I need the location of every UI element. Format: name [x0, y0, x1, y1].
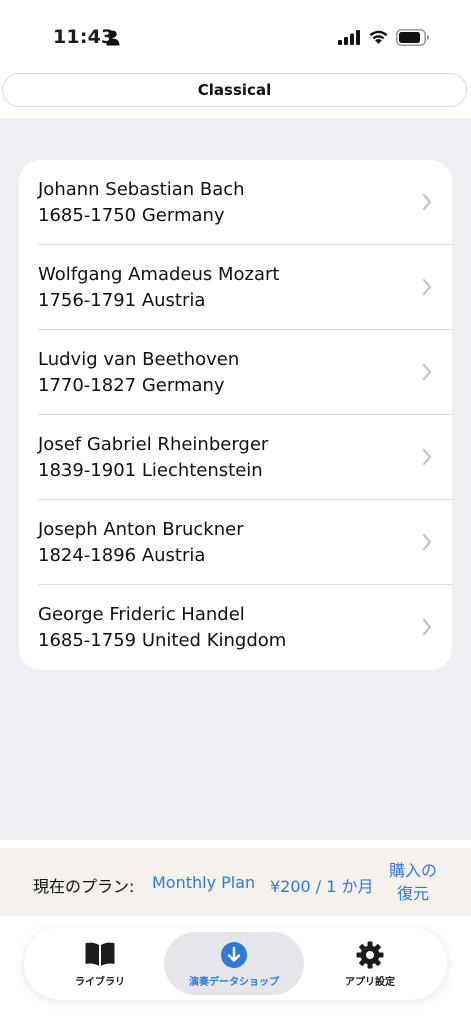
- composer-info: 1770-1827 Germany: [38, 375, 225, 396]
- book-icon: [85, 942, 115, 966]
- composer-info: 1756-1791 Austria: [38, 290, 206, 311]
- composer-info: 1685-1759 United Kingdom: [38, 630, 287, 651]
- restore-label-line2: 復元: [396, 884, 429, 903]
- chevron-right-icon: [422, 618, 432, 636]
- composer-name: Joseph Anton Bruckner: [38, 519, 244, 540]
- tab-shop[interactable]: 演奏データショップ: [164, 932, 304, 995]
- tab-label: アプリ設定: [345, 977, 395, 988]
- composer-info: 1685-1750 Germany: [38, 205, 225, 226]
- list-item[interactable]: Ludvig van Beethoven 1770-1827 Germany: [19, 330, 452, 415]
- composer-name: Josef Gabriel Rheinberger: [38, 434, 269, 455]
- person-icon: [106, 30, 120, 46]
- tab-library[interactable]: ライブラリ: [30, 932, 170, 995]
- chevron-right-icon: [422, 278, 432, 296]
- composer-name: Johann Sebastian Bach: [38, 179, 245, 200]
- plan-name: Monthly Plan: [152, 873, 256, 892]
- list-item[interactable]: Josef Gabriel Rheinberger 1839-1901 Liec…: [19, 415, 452, 500]
- page-title: Classical: [197, 81, 272, 99]
- signal-icon: [338, 30, 360, 45]
- tab-label: 演奏データショップ: [189, 977, 279, 988]
- battery-icon: [396, 29, 429, 46]
- status-bar: 11:43: [0, 0, 471, 72]
- composer-list: Johann Sebastian Bach 1685-1750 Germany …: [19, 160, 452, 670]
- chevron-right-icon: [422, 363, 432, 381]
- plan-price: ¥200 / 1 か月: [270, 877, 374, 896]
- wifi-icon: [369, 30, 388, 44]
- download-icon: [221, 942, 247, 968]
- tab-bar: ライブラリ 演奏データショップ アプリ設定: [24, 927, 447, 1000]
- current-plan-bar: 現在のプラン: Monthly Plan ¥200 / 1 か月 購入の 復元: [0, 848, 471, 916]
- composer-name: Ludvig van Beethoven: [38, 349, 240, 370]
- composer-info: 1824-1896 Austria: [38, 545, 206, 566]
- plan-label: 現在のプラン:: [33, 877, 135, 896]
- list-item[interactable]: Johann Sebastian Bach 1685-1750 Germany: [19, 160, 452, 245]
- list-item[interactable]: George Frideric Handel 1685-1759 United …: [19, 585, 452, 670]
- chevron-right-icon: [422, 193, 432, 211]
- chevron-right-icon: [422, 533, 432, 551]
- category-title-bar[interactable]: Classical: [2, 73, 467, 107]
- gear-icon: [356, 941, 384, 969]
- composer-info: 1839-1901 Liechtenstein: [38, 460, 263, 481]
- tab-label: ライブラリ: [75, 977, 125, 988]
- composer-name: George Frideric Handel: [38, 604, 245, 625]
- composer-name: Wolfgang Amadeus Mozart: [38, 264, 280, 285]
- list-item[interactable]: Joseph Anton Bruckner 1824-1896 Austria: [19, 500, 452, 585]
- restore-purchase-button[interactable]: 購入の 復元: [384, 859, 442, 905]
- list-item[interactable]: Wolfgang Amadeus Mozart 1756-1791 Austri…: [19, 245, 452, 330]
- tab-settings[interactable]: アプリ設定: [300, 932, 440, 995]
- restore-label-line1: 購入の: [388, 861, 437, 880]
- chevron-right-icon: [422, 448, 432, 466]
